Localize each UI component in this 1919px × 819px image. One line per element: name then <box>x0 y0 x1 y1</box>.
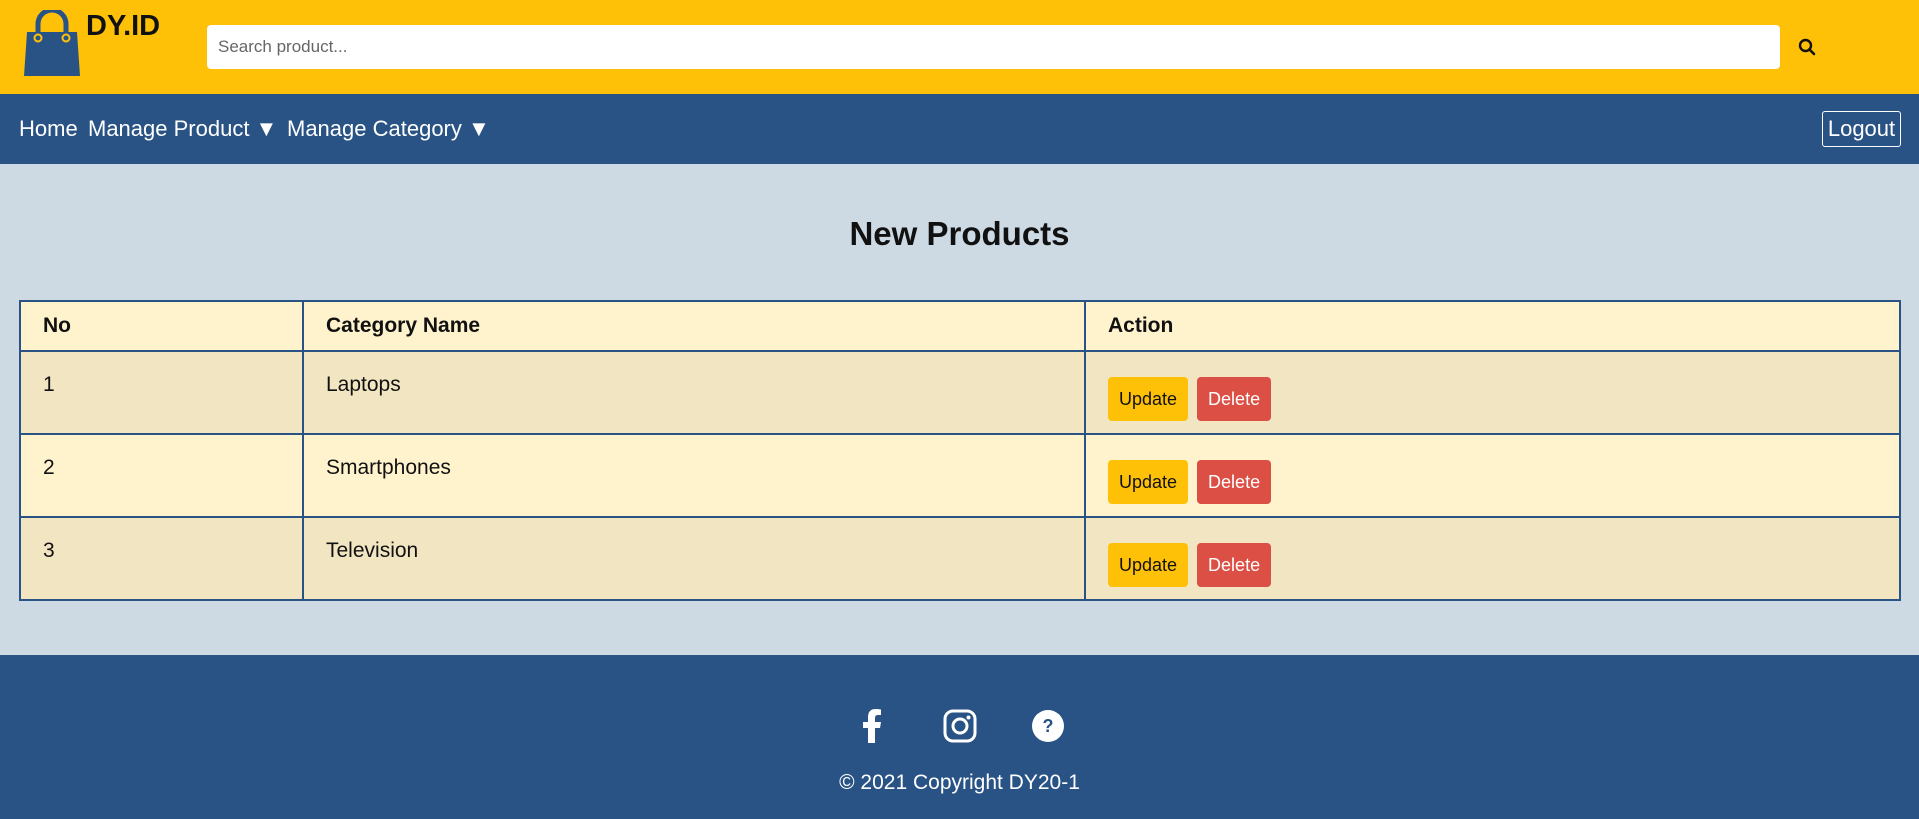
delete-button[interactable]: Delete <box>1197 460 1272 504</box>
category-name: Smartphones <box>326 455 451 479</box>
cell-no: 2 <box>19 433 304 518</box>
update-button[interactable]: Update <box>1108 543 1189 587</box>
category-name: Television <box>326 538 419 562</box>
svg-text:?: ? <box>1043 716 1054 736</box>
logout-button[interactable]: Logout <box>1822 111 1901 147</box>
column-header-category-name: Category Name <box>302 300 1086 352</box>
nav-manage-category[interactable]: Manage Category ▼ <box>287 116 490 142</box>
row-number: 3 <box>43 538 55 562</box>
table-row: 3 Television Update Delete <box>19 516 1901 601</box>
help-icon: ? <box>1032 710 1064 742</box>
search-button[interactable] <box>1794 34 1820 60</box>
nav-home[interactable]: Home <box>19 116 78 142</box>
cell-action: Update Delete <box>1084 350 1901 435</box>
category-table: No Category Name Action 1 Laptops Update… <box>19 300 1901 601</box>
column-header-action: Action <box>1084 300 1901 352</box>
facebook-icon <box>863 709 881 743</box>
table-row: 2 Smartphones Update Delete <box>19 433 1901 518</box>
instagram-link[interactable] <box>942 708 978 744</box>
update-button[interactable]: Update <box>1108 377 1189 421</box>
delete-button[interactable]: Delete <box>1197 543 1272 587</box>
facebook-link[interactable] <box>854 708 890 744</box>
help-link[interactable]: ? <box>1030 708 1066 744</box>
table-header-row: No Category Name Action <box>19 300 1901 352</box>
search-icon <box>1798 38 1816 56</box>
instagram-icon <box>943 709 977 743</box>
row-number: 2 <box>43 455 55 479</box>
cell-action: Update Delete <box>1084 433 1901 518</box>
nav-manage-product[interactable]: Manage Product ▼ <box>88 116 277 142</box>
delete-button[interactable]: Delete <box>1197 377 1272 421</box>
update-button[interactable]: Update <box>1108 460 1189 504</box>
top-header: DY.ID <box>0 0 1919 94</box>
cell-action: Update Delete <box>1084 516 1901 601</box>
cell-category-name: Laptops <box>302 350 1086 435</box>
search-input[interactable] <box>207 25 1780 69</box>
row-number: 1 <box>43 372 55 396</box>
cell-category-name: Television <box>302 516 1086 601</box>
category-name: Laptops <box>326 372 401 396</box>
cell-no: 1 <box>19 350 304 435</box>
shopping-bag-icon[interactable] <box>22 10 82 78</box>
main-navbar: Home Manage Product ▼ Manage Category ▼ <box>0 94 1919 164</box>
copyright-text: © 2021 Copyright DY20-1 <box>839 771 1080 794</box>
cell-no: 3 <box>19 516 304 601</box>
table-row: 1 Laptops Update Delete <box>19 350 1901 435</box>
cell-category-name: Smartphones <box>302 433 1086 518</box>
column-header-no: No <box>19 300 304 352</box>
page-title: New Products <box>849 215 1070 252</box>
brand-name[interactable]: DY.ID <box>86 10 160 43</box>
